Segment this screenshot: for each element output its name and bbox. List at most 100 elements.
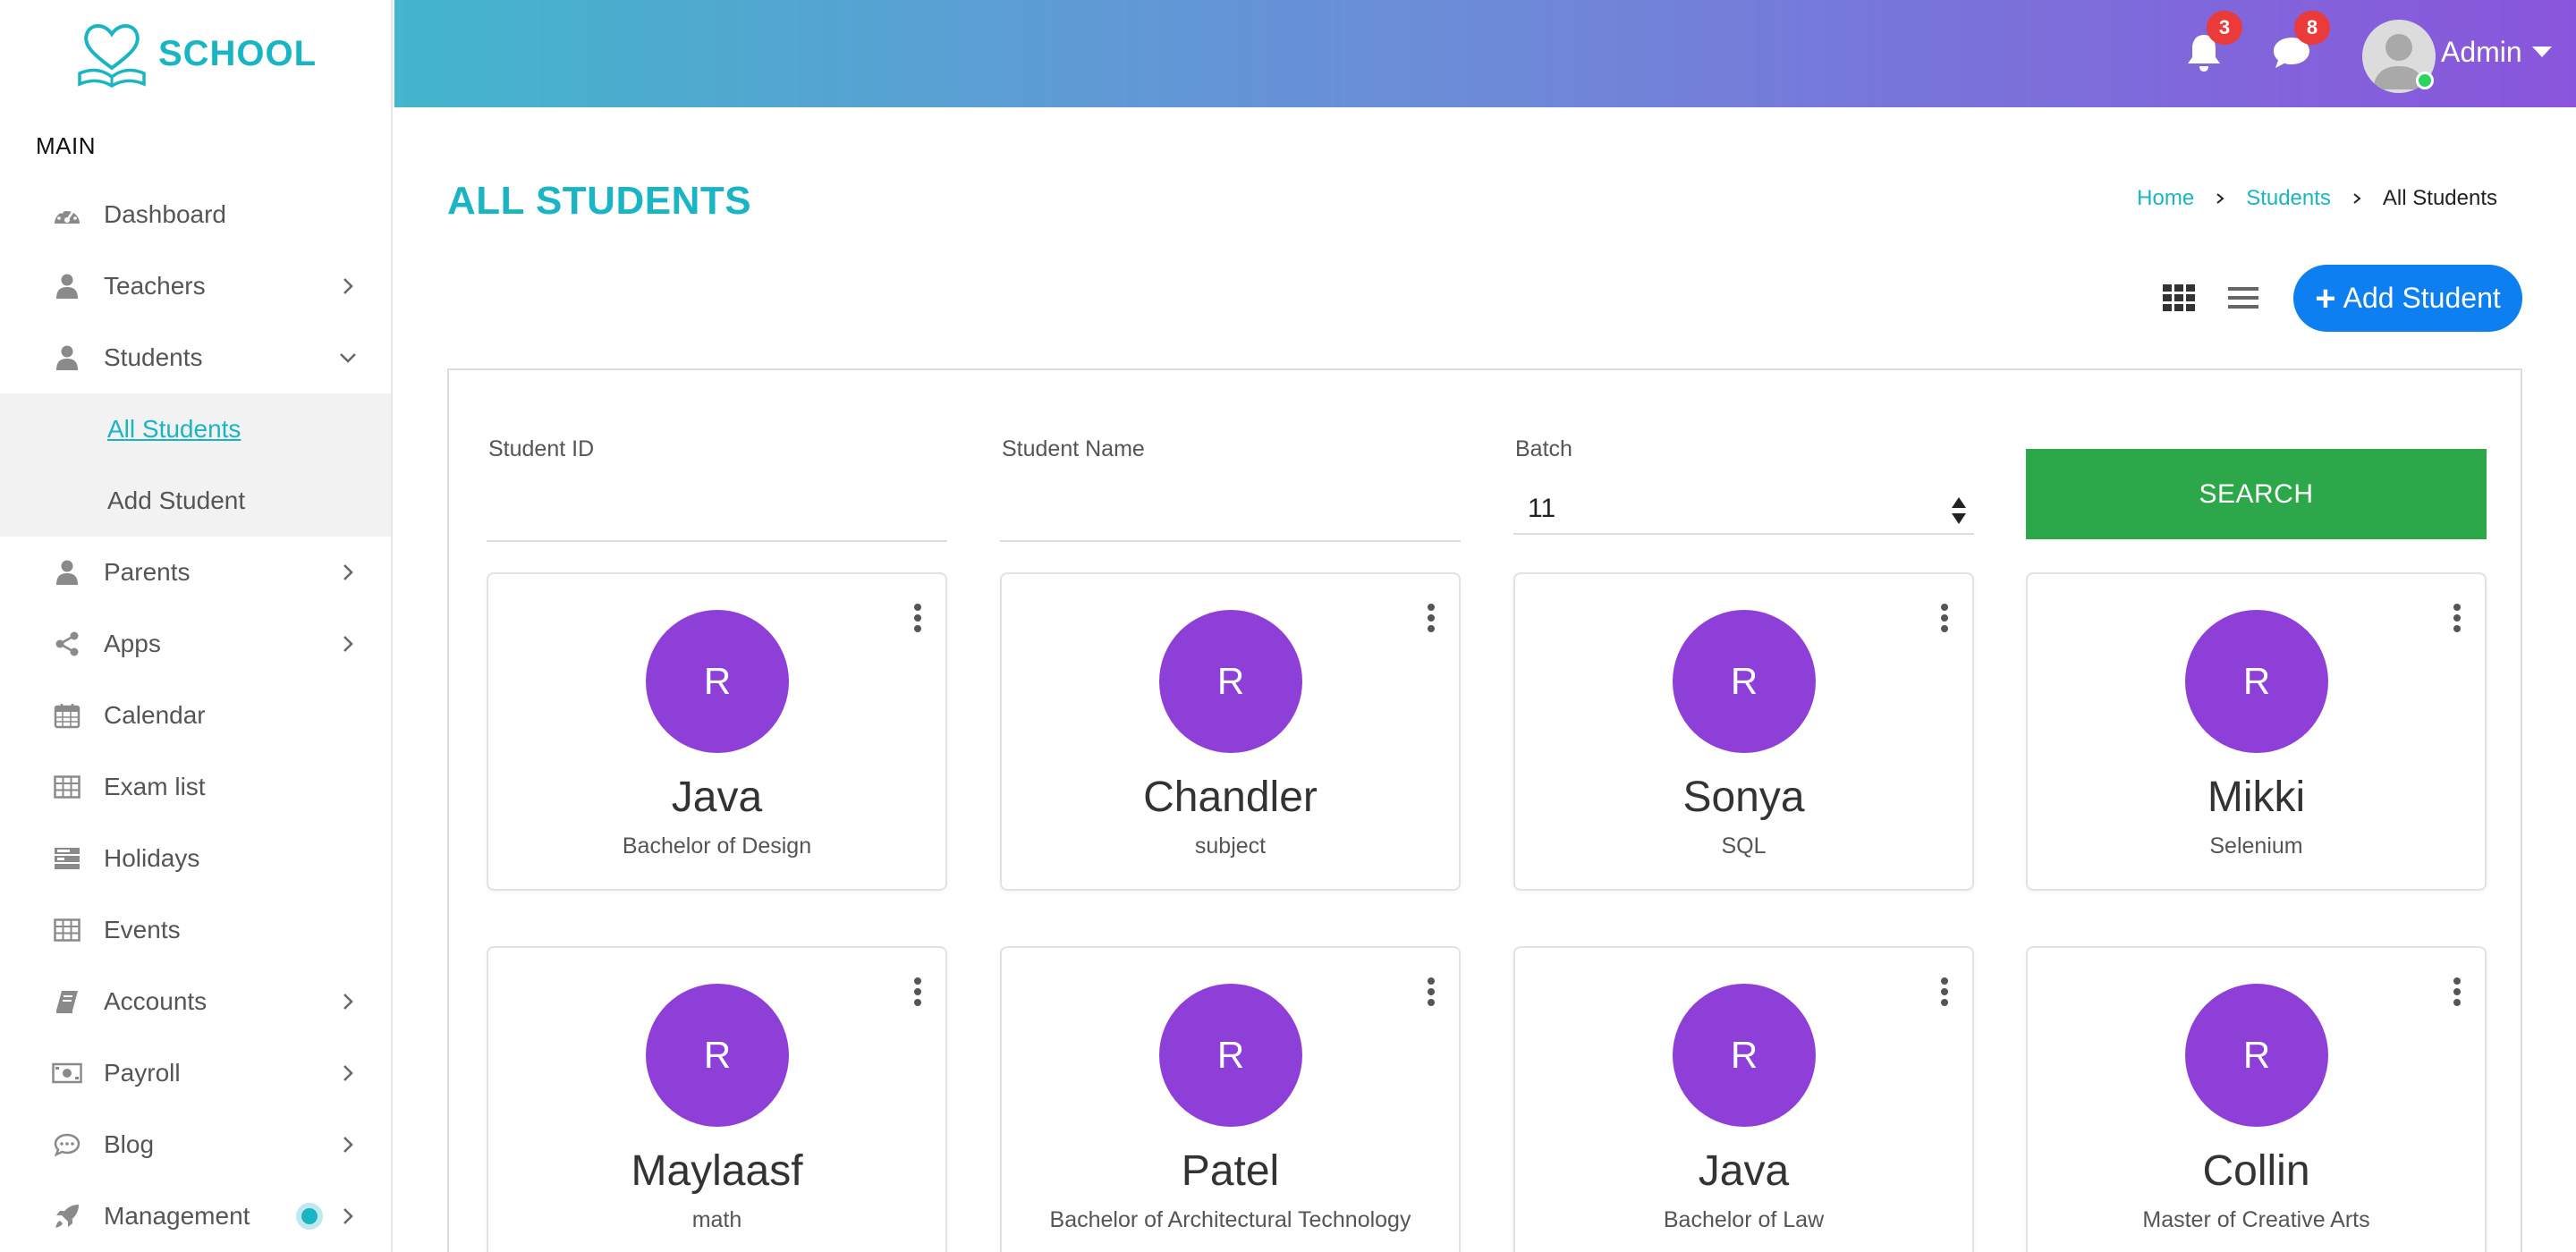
messages-badge: 8	[2294, 11, 2330, 45]
book-icon	[52, 986, 82, 1017]
sidebar-item-management[interactable]: Management	[0, 1180, 391, 1252]
plus-icon: +	[2315, 278, 2336, 318]
sidebar-item-label: Payroll	[104, 1059, 181, 1087]
top-header: 3 8 Admin	[394, 0, 2576, 107]
sidebar-item-calendar[interactable]: Calendar	[0, 680, 391, 751]
grid-icon	[2163, 284, 2195, 311]
sidebar-item-payroll[interactable]: Payroll	[0, 1037, 391, 1109]
student-subject: subject	[1194, 833, 1267, 859]
chevron-down-icon	[340, 353, 356, 363]
page-title: ALL STUDENTS	[447, 179, 752, 223]
breadcrumb: Home Students All Students	[2137, 186, 2497, 211]
more-vertical-icon[interactable]	[1427, 977, 1436, 1007]
sidebar-item-label: Teachers	[104, 272, 206, 300]
chevron-right-icon	[343, 1065, 353, 1081]
chevron-right-icon	[343, 994, 353, 1010]
students-submenu: All Students Add Student	[0, 393, 391, 537]
rocket-icon	[52, 1201, 82, 1231]
more-vertical-icon[interactable]	[1940, 603, 1949, 633]
sidebar-item-accounts[interactable]: Accounts	[0, 966, 391, 1037]
more-vertical-icon[interactable]	[913, 603, 922, 633]
student-subject: Selenium	[2209, 833, 2303, 859]
more-vertical-icon[interactable]	[1427, 603, 1436, 633]
sidebar-item-events[interactable]: Events	[0, 894, 391, 966]
more-vertical-icon[interactable]	[2453, 603, 2462, 633]
student-card[interactable]: R Chandler subject	[1000, 572, 1461, 891]
student-name-input[interactable]	[1000, 540, 1461, 542]
student-id-input[interactable]	[487, 540, 947, 542]
dashboard-icon	[52, 199, 82, 230]
student-name: Patel	[1181, 1147, 1280, 1195]
sidebar: SCHOOL MAIN Dashboard Teachers Students …	[0, 0, 393, 1252]
batch-select[interactable]	[1513, 533, 1974, 535]
messages-button[interactable]: 8	[2269, 11, 2330, 75]
student-name: Mikki	[2207, 774, 2306, 821]
student-name: Maylaasf	[631, 1147, 803, 1195]
student-card[interactable]: R Java Bachelor of Law	[1513, 946, 1974, 1252]
more-vertical-icon[interactable]	[2453, 977, 2462, 1007]
select-arrows-icon[interactable]	[1950, 495, 1968, 526]
student-card[interactable]: R Mikki Selenium	[2026, 572, 2487, 891]
sidebar-item-holidays[interactable]: Holidays	[0, 823, 391, 894]
student-card[interactable]: R Collin Master of Creative Arts	[2026, 946, 2487, 1252]
student-name-label: Student Name	[1002, 436, 1145, 461]
student-avatar-initial: R	[1159, 610, 1302, 753]
add-student-button[interactable]: + Add Student	[2293, 265, 2522, 332]
list-blocks-icon	[52, 843, 82, 874]
list-view-button[interactable]	[2225, 280, 2261, 316]
list-icon	[2228, 287, 2258, 309]
more-vertical-icon[interactable]	[913, 977, 922, 1007]
student-card[interactable]: R Patel Bachelor of Architectural Techno…	[1000, 946, 1461, 1252]
sidebar-subitem-add-student[interactable]: Add Student	[0, 465, 391, 537]
heart-book-icon	[78, 24, 146, 89]
student-subject: Bachelor of Architectural Technology	[1049, 1207, 1411, 1232]
comment-dots-icon	[52, 1129, 82, 1160]
grid-view-button[interactable]	[2161, 280, 2197, 316]
chevron-right-icon	[2216, 193, 2224, 204]
user-icon	[52, 271, 82, 301]
student-card[interactable]: R Maylaasf math	[487, 946, 947, 1252]
student-avatar-initial: R	[1673, 610, 1816, 753]
more-vertical-icon[interactable]	[1940, 977, 1949, 1007]
sidebar-subitem-all-students[interactable]: All Students	[0, 393, 391, 465]
sidebar-item-students[interactable]: Students	[0, 322, 391, 393]
student-card[interactable]: R Sonya SQL	[1513, 572, 1974, 891]
chevron-right-icon	[343, 278, 353, 294]
caret-down-icon[interactable]	[2532, 47, 2552, 57]
chevron-right-icon	[343, 1137, 353, 1153]
user-icon	[52, 557, 82, 588]
student-subject: math	[691, 1207, 742, 1232]
sidebar-item-label: Apps	[104, 630, 161, 657]
chevron-right-icon	[2353, 193, 2361, 204]
sidebar-item-apps[interactable]: Apps	[0, 608, 391, 680]
brand-name: SCHOOL	[157, 33, 318, 73]
batch-select-value[interactable]: 11	[1528, 494, 1555, 524]
sidebar-item-exam-list[interactable]: Exam list	[0, 751, 391, 823]
table-icon	[52, 772, 82, 802]
student-avatar-initial: R	[646, 984, 789, 1127]
sidebar-item-label: Calendar	[104, 701, 206, 729]
sidebar-item-label: Parents	[104, 558, 191, 586]
sidebar-item-teachers[interactable]: Teachers	[0, 250, 391, 322]
student-name: Chandler	[1143, 774, 1318, 821]
students-panel: Student ID Student Name Batch 11 SEARCH …	[447, 368, 2522, 1252]
sidebar-item-label: Events	[104, 916, 181, 943]
share-icon	[52, 629, 82, 659]
online-status-dot	[2416, 72, 2434, 89]
sidebar-item-label: Students	[104, 343, 203, 371]
student-card[interactable]: R Java Bachelor of Design	[487, 572, 947, 891]
student-name: Java	[1698, 1147, 1790, 1195]
notifications-button[interactable]: 3	[2182, 11, 2242, 75]
student-subject: SQL	[1721, 833, 1767, 859]
sidebar-item-parents[interactable]: Parents	[0, 537, 391, 608]
table-icon	[52, 915, 82, 945]
calendar-icon	[52, 700, 82, 731]
breadcrumb-students[interactable]: Students	[2246, 186, 2331, 211]
brand-logo[interactable]: SCHOOL	[0, 0, 391, 107]
user-name[interactable]: Admin	[2441, 36, 2522, 69]
student-subject: Master of Creative Arts	[2142, 1207, 2370, 1232]
sidebar-item-blog[interactable]: Blog	[0, 1109, 391, 1180]
sidebar-item-dashboard[interactable]: Dashboard	[0, 179, 391, 250]
search-button[interactable]: SEARCH	[2026, 449, 2487, 539]
breadcrumb-home[interactable]: Home	[2137, 186, 2194, 211]
